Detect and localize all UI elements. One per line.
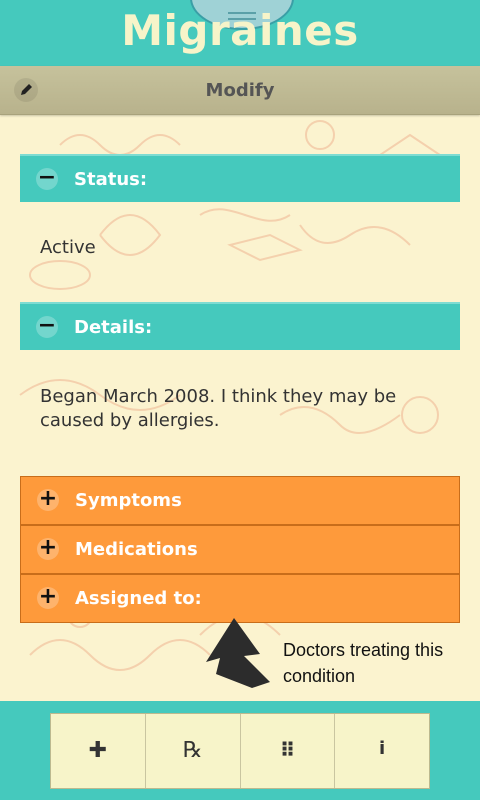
- symptoms-label: Symptoms: [75, 490, 182, 511]
- medications-label: Medications: [75, 539, 198, 560]
- modify-bar[interactable]: Modify: [0, 66, 480, 115]
- minus-icon: −: [36, 165, 58, 190]
- add-button[interactable]: ✚: [51, 714, 146, 788]
- details-section-header[interactable]: − Details:: [20, 302, 460, 350]
- modify-button[interactable]: Modify: [0, 80, 480, 101]
- minus-icon: −: [36, 313, 58, 338]
- status-value: Active: [40, 237, 96, 258]
- bottom-tab-group: ✚ ℞ ⠿ i: [50, 713, 430, 789]
- symptoms-section-header[interactable]: + Symptoms: [20, 476, 460, 525]
- status-label: Status:: [74, 169, 148, 190]
- page-title: Migraines: [121, 6, 359, 55]
- plus-icon: +: [37, 535, 59, 560]
- prescription-button[interactable]: ℞: [146, 714, 241, 788]
- details-text: Began March 2008. I think they may be ca…: [40, 386, 397, 431]
- medications-section-header[interactable]: + Medications: [20, 525, 460, 574]
- info-icon: i: [379, 738, 386, 759]
- app-header: Migraines: [0, 0, 480, 66]
- status-section-header[interactable]: − Status:: [20, 154, 460, 202]
- prescription-icon: ℞: [182, 738, 203, 763]
- info-button[interactable]: i: [335, 714, 429, 788]
- plus-icon: ✚: [88, 738, 108, 763]
- callout-arrow-icon: [206, 618, 270, 688]
- grid-icon: ⠿: [279, 738, 296, 762]
- plus-icon: +: [37, 584, 59, 609]
- assigned-to-label: Assigned to:: [75, 588, 202, 609]
- plus-icon: +: [37, 486, 59, 511]
- callout-text: Doctors treating this condition: [283, 640, 444, 686]
- grid-menu-button[interactable]: ⠿: [241, 714, 336, 788]
- details-label: Details:: [74, 317, 153, 338]
- bottom-toolbar: ✚ ℞ ⠿ i: [0, 701, 480, 800]
